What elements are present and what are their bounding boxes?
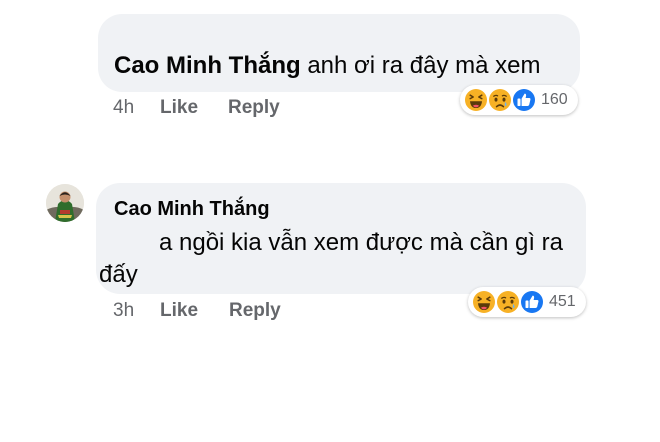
like-button[interactable]: Like (160, 300, 229, 322)
sad-icon (495, 289, 521, 315)
reply-button[interactable]: Reply (228, 97, 280, 119)
comment-actions: 4h Like Reply (113, 97, 280, 119)
comment-bubble: Cao Minh Thắng a ngồi kia vẫn xem được m… (96, 183, 586, 294)
comment-actions: 3h Like Reply (113, 300, 281, 322)
comment-bubble: Cao Minh Thắng anh ơi ra đây mà xem (98, 14, 580, 92)
like-button[interactable]: Like (160, 97, 228, 119)
comment-timestamp[interactable]: 3h (113, 300, 160, 322)
comment-text: a ngồi kia vẫn xem được mà cần gì ra đấy (99, 229, 563, 288)
comment-author[interactable]: Cao Minh Thắng (114, 198, 270, 221)
comment-text: anh ơi ra đây mà xem (307, 52, 541, 79)
avatar[interactable] (46, 184, 84, 222)
reactions-summary[interactable]: 451 (468, 287, 586, 317)
comment-text-block: a ngồi kia vẫn xem được mà cần gì ra đấy (99, 227, 569, 291)
comment-timestamp[interactable]: 4h (113, 97, 160, 119)
like-icon (511, 87, 537, 113)
comment-text-line: Cao Minh Thắng anh ơi ra đây mà xem (114, 52, 541, 80)
reaction-count: 451 (549, 293, 576, 310)
reply-button[interactable]: Reply (229, 300, 281, 322)
haha-icon (463, 87, 489, 113)
reactions-summary[interactable]: 160 (460, 85, 578, 115)
comment-author[interactable]: Cao Minh Thắng (114, 52, 301, 79)
reaction-count: 160 (541, 91, 568, 108)
sad-icon (487, 87, 513, 113)
like-icon (519, 289, 545, 315)
haha-icon (471, 289, 497, 315)
